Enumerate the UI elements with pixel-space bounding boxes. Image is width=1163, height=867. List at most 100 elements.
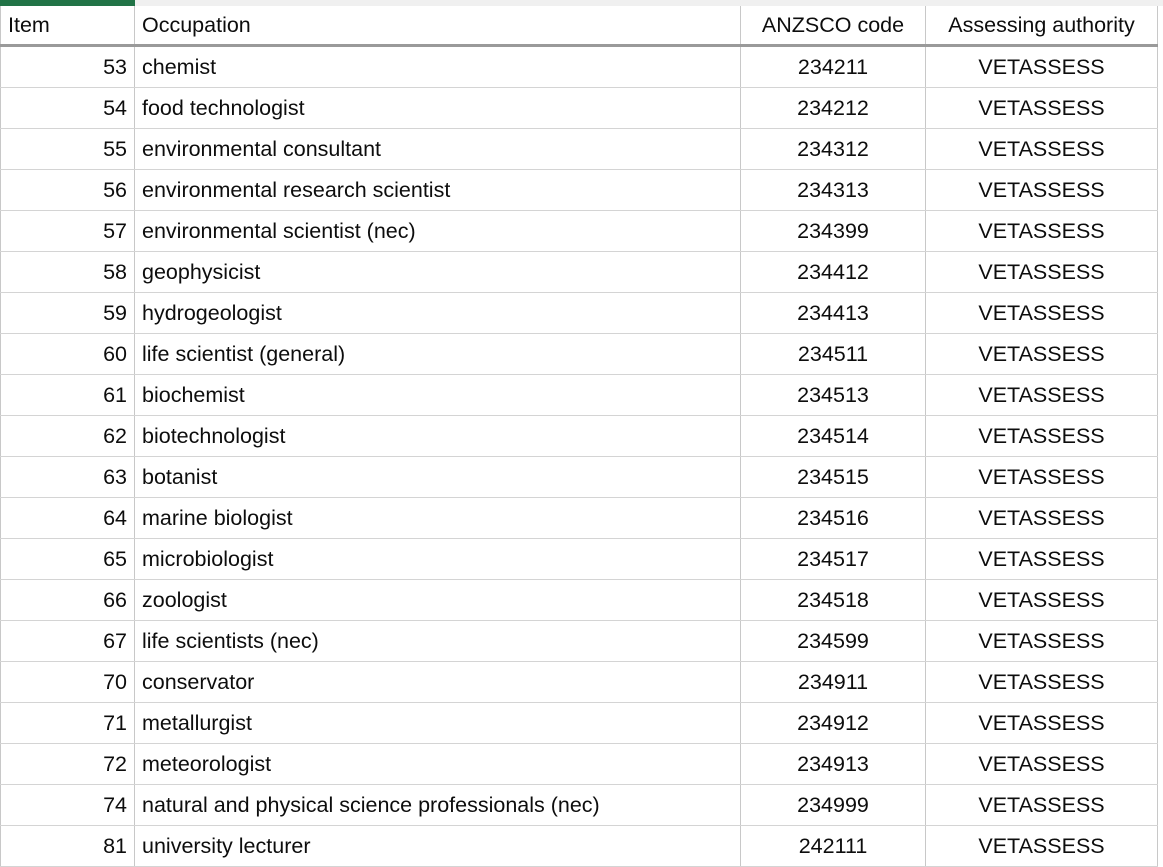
table-cell-anzsco-code[interactable]: 234511 [740,333,926,375]
table-cell-occupation[interactable]: food technologist [134,87,741,129]
table-row[interactable]: 61 biochemist 234513 VETASSESS [0,374,1158,416]
table-cell-item[interactable]: 58 [0,251,135,293]
table-cell-anzsco-code[interactable]: 234516 [740,497,926,539]
table-cell-occupation[interactable]: environmental scientist (nec) [134,210,741,252]
column-header-anzsco-code[interactable]: ANZSCO code [740,6,926,47]
table-row[interactable]: 56 environmental research scientist 234313… [0,169,1158,211]
table-cell-anzsco-code[interactable]: 234212 [740,87,926,129]
column-header-assessing-authority[interactable]: Assessing authority [925,6,1158,47]
table-cell-item[interactable]: 81 [0,825,135,867]
table-cell-assessing-authority[interactable]: VETASSESS [925,251,1158,293]
table-cell-anzsco-code[interactable]: 234912 [740,702,926,744]
table-cell-occupation[interactable]: chemist [134,45,741,88]
table-row[interactable]: 65 microbiologist 234517 VETASSESS [0,538,1158,580]
table-cell-item[interactable]: 65 [0,538,135,580]
table-row[interactable]: 59 hydrogeologist 234413 VETASSESS [0,292,1158,334]
table-cell-assessing-authority[interactable]: VETASSESS [925,128,1158,170]
table-cell-assessing-authority[interactable]: VETASSESS [925,292,1158,334]
table-cell-assessing-authority[interactable]: VETASSESS [925,415,1158,457]
table-cell-item[interactable]: 61 [0,374,135,416]
table-cell-occupation[interactable]: university lecturer [134,825,741,867]
table-cell-occupation[interactable]: botanist [134,456,741,498]
table-cell-assessing-authority[interactable]: VETASSESS [925,825,1158,867]
table-row[interactable]: 67 life scientists (nec) 234599 VETASSESS [0,620,1158,662]
table-cell-assessing-authority[interactable]: VETASSESS [925,579,1158,621]
table-cell-anzsco-code[interactable]: 234913 [740,743,926,785]
table-cell-anzsco-code[interactable]: 234513 [740,374,926,416]
table-cell-occupation[interactable]: metallurgist [134,702,741,744]
table-cell-item[interactable]: 74 [0,784,135,826]
table-cell-occupation[interactable]: environmental research scientist [134,169,741,211]
table-cell-occupation[interactable]: geophysicist [134,251,741,293]
table-cell-anzsco-code[interactable]: 234313 [740,169,926,211]
table-cell-assessing-authority[interactable]: VETASSESS [925,210,1158,252]
table-row[interactable]: 72 meteorologist 234913 VETASSESS [0,743,1158,785]
table-row[interactable]: 62 biotechnologist 234514 VETASSESS [0,415,1158,457]
table-row[interactable]: 70 conservator 234911 VETASSESS [0,661,1158,703]
table-cell-occupation[interactable]: natural and physical science professiona… [134,784,741,826]
table-cell-item[interactable]: 56 [0,169,135,211]
table-cell-item[interactable]: 60 [0,333,135,375]
table-cell-item[interactable]: 54 [0,87,135,129]
column-header-occupation[interactable]: Occupation [134,6,741,47]
table-cell-item[interactable]: 57 [0,210,135,252]
table-cell-anzsco-code[interactable]: 234312 [740,128,926,170]
table-cell-occupation[interactable]: marine biologist [134,497,741,539]
table-cell-assessing-authority[interactable]: VETASSESS [925,620,1158,662]
table-cell-item[interactable]: 66 [0,579,135,621]
table-row[interactable]: 63 botanist 234515 VETASSESS [0,456,1158,498]
table-cell-item[interactable]: 72 [0,743,135,785]
table-cell-anzsco-code[interactable]: 234599 [740,620,926,662]
table-row[interactable]: 57 environmental scientist (nec) 234399 VET… [0,210,1158,252]
table-cell-item[interactable]: 63 [0,456,135,498]
table-cell-anzsco-code[interactable]: 234211 [740,45,926,88]
table-row[interactable]: 58 geophysicist 234412 VETASSESS [0,251,1158,293]
table-cell-assessing-authority[interactable]: VETASSESS [925,661,1158,703]
table-cell-occupation[interactable]: life scientists (nec) [134,620,741,662]
table-row[interactable]: 71 metallurgist 234912 VETASSESS [0,702,1158,744]
table-cell-anzsco-code[interactable]: 234517 [740,538,926,580]
table-cell-item[interactable]: 67 [0,620,135,662]
table-cell-assessing-authority[interactable]: VETASSESS [925,497,1158,539]
table-cell-occupation[interactable]: conservator [134,661,741,703]
table-cell-anzsco-code[interactable]: 234413 [740,292,926,334]
table-cell-anzsco-code[interactable]: 242111 [740,825,926,867]
table-cell-occupation[interactable]: microbiologist [134,538,741,580]
table-cell-item[interactable]: 64 [0,497,135,539]
table-cell-anzsco-code[interactable]: 234999 [740,784,926,826]
table-cell-occupation[interactable]: zoologist [134,579,741,621]
table-cell-anzsco-code[interactable]: 234911 [740,661,926,703]
table-row[interactable]: 74 natural and physical science professio… [0,784,1158,826]
table-cell-item[interactable]: 53 [0,45,135,88]
table-cell-item[interactable]: 59 [0,292,135,334]
table-cell-anzsco-code[interactable]: 234515 [740,456,926,498]
table-cell-occupation[interactable]: hydrogeologist [134,292,741,334]
table-cell-occupation[interactable]: environmental consultant [134,128,741,170]
table-cell-assessing-authority[interactable]: VETASSESS [925,702,1158,744]
table-cell-assessing-authority[interactable]: VETASSESS [925,374,1158,416]
table-row[interactable]: 66 zoologist 234518 VETASSESS [0,579,1158,621]
table-cell-assessing-authority[interactable]: VETASSESS [925,333,1158,375]
table-row[interactable]: 60 life scientist (general) 234511 VETASSES… [0,333,1158,375]
table-cell-assessing-authority[interactable]: VETASSESS [925,45,1158,88]
table-row[interactable]: 55 environmental consultant 234312 VETASSES… [0,128,1158,170]
table-row[interactable]: 64 marine biologist 234516 VETASSESS [0,497,1158,539]
column-header-item[interactable]: Item [0,6,135,47]
table-row[interactable]: 81 university lecturer 242111 VETASSESS [0,825,1158,867]
table-cell-occupation[interactable]: biotechnologist [134,415,741,457]
table-cell-assessing-authority[interactable]: VETASSESS [925,456,1158,498]
table-cell-item[interactable]: 71 [0,702,135,744]
table-cell-item[interactable]: 55 [0,128,135,170]
table-cell-occupation[interactable]: meteorologist [134,743,741,785]
table-cell-item[interactable]: 70 [0,661,135,703]
table-row[interactable]: 54 food technologist 234212 VETASSESS [0,87,1158,129]
table-cell-assessing-authority[interactable]: VETASSESS [925,784,1158,826]
table-cell-occupation[interactable]: life scientist (general) [134,333,741,375]
table-cell-assessing-authority[interactable]: VETASSESS [925,743,1158,785]
table-cell-anzsco-code[interactable]: 234518 [740,579,926,621]
table-cell-anzsco-code[interactable]: 234412 [740,251,926,293]
table-cell-anzsco-code[interactable]: 234514 [740,415,926,457]
table-row[interactable]: 53 chemist 234211 VETASSESS [0,45,1158,88]
table-cell-assessing-authority[interactable]: VETASSESS [925,538,1158,580]
table-cell-anzsco-code[interactable]: 234399 [740,210,926,252]
